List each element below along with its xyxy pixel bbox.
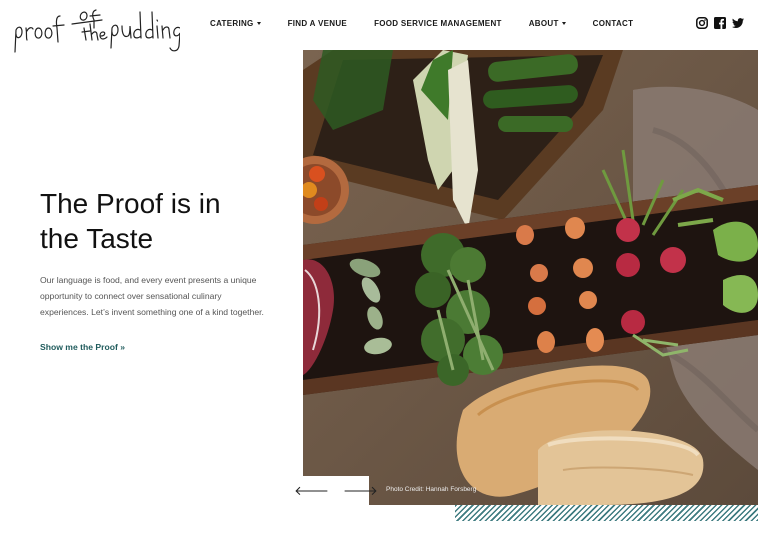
social-links [696,17,744,29]
nav-item-catering-label: CATERING [210,19,254,28]
hero-photo [303,50,758,505]
facebook-icon[interactable] [714,17,726,29]
nav-item-food-service-management[interactable]: FOOD SERVICE MANAGEMENT [374,19,502,28]
caret-down-icon [561,22,566,25]
vegetables-bread-photo [303,50,758,505]
hero-title: The Proof is in the Taste [40,188,221,254]
nav-item-catering[interactable]: CATERING [210,19,261,28]
instagram-icon[interactable] [696,17,708,29]
nav-item-about-label: ABOUT [528,19,559,28]
nav-item-contact-label: CONTACT [592,19,634,28]
show-me-the-proof-link[interactable]: Show me the Proof » [40,342,125,352]
next-arrow-icon[interactable]: 🡒 [343,484,378,497]
nav-item-contact[interactable]: CONTACT [593,19,634,28]
brand-logo[interactable] [12,8,180,58]
nav-item-food-service-management-label: FOOD SERVICE MANAGEMENT [374,19,502,28]
hero-copy: The Proof is in the Taste Our language i… [40,186,265,355]
hero-body: Our language is food, and every event pr… [40,275,264,317]
nav-item-find-a-venue-label: FIND A VENUE [287,19,348,28]
previous-arrow-icon[interactable]: 🡐 [294,484,329,497]
nav-item-find-a-venue[interactable]: FIND A VENUE [288,19,347,28]
slider-controls: 🡐 🡒 [294,476,378,505]
nav-item-about[interactable]: ABOUT [529,19,566,28]
twitter-icon[interactable] [732,17,744,29]
caret-down-icon [256,22,261,25]
decorative-hatch-stripe [455,505,758,521]
photo-credit: Photo Credit: Hannah Forsberg [386,486,477,493]
main-nav: CATERING FIND A VENUE FOOD SERVICE MANAG… [210,19,633,28]
logo-script-image [14,9,180,53]
